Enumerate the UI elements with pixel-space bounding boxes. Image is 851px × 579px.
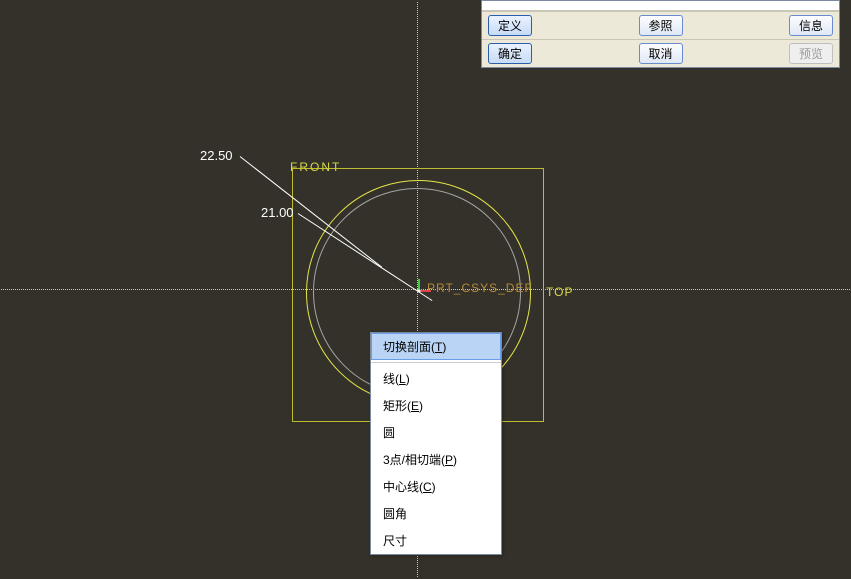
dialog-row-2: 确定 取消 预览: [482, 39, 839, 67]
menu-hotkey: C: [423, 480, 432, 494]
dialog-list-area: [482, 1, 839, 11]
menu-line[interactable]: 线(L): [371, 365, 501, 392]
menu-centerline[interactable]: 中心线(C): [371, 473, 501, 500]
feature-dialog: 定义 参照 信息 确定 取消 预览: [481, 0, 840, 68]
dimension-value-2[interactable]: 21.00: [261, 205, 294, 220]
menu-label: 线(: [383, 372, 399, 386]
menu-rectangle[interactable]: 矩形(E): [371, 392, 501, 419]
context-menu: 切换剖面(T) 线(L) 矩形(E) 圆 3点/相切端(P) 中心线(C) 圆角…: [370, 332, 502, 555]
define-button[interactable]: 定义: [488, 15, 532, 36]
origin-marker: [412, 284, 426, 298]
preview-button: 预览: [789, 43, 833, 64]
datum-label-top: TOP: [546, 285, 573, 299]
cancel-button[interactable]: 取消: [639, 43, 683, 64]
datum-label-front: FRONT: [290, 160, 341, 174]
menu-label: 圆: [383, 426, 395, 440]
menu-label: 圆角: [383, 507, 407, 521]
menu-toggle-section[interactable]: 切换剖面(T): [371, 333, 501, 360]
menu-label-tail: ): [406, 372, 410, 386]
menu-label: 切换剖面(: [383, 340, 435, 354]
menu-hotkey: P: [445, 453, 453, 467]
csys-label: PRT_CSYS_DEF: [427, 281, 533, 295]
menu-hotkey: L: [399, 372, 406, 386]
info-button[interactable]: 信息: [789, 15, 833, 36]
menu-circle[interactable]: 圆: [371, 419, 501, 446]
menu-label-tail: ): [442, 340, 446, 354]
menu-label-tail: ): [419, 399, 423, 413]
menu-label: 矩形(: [383, 399, 411, 413]
menu-three-point[interactable]: 3点/相切端(P): [371, 446, 501, 473]
menu-label: 尺寸: [383, 534, 407, 548]
menu-fillet[interactable]: 圆角: [371, 500, 501, 527]
menu-label-tail: ): [432, 480, 436, 494]
reference-button[interactable]: 参照: [639, 15, 683, 36]
menu-hotkey: E: [411, 399, 419, 413]
menu-label: 中心线(: [383, 480, 423, 494]
menu-separator: [371, 362, 501, 363]
menu-dimension[interactable]: 尺寸: [371, 527, 501, 554]
menu-label-tail: ): [453, 453, 457, 467]
dialog-row-1: 定义 参照 信息: [482, 11, 839, 39]
origin-x-axis: [419, 290, 431, 292]
menu-label: 3点/相切端(: [383, 453, 445, 467]
ok-button[interactable]: 确定: [488, 43, 532, 64]
dimension-value-1[interactable]: 22.50: [200, 148, 233, 163]
origin-y-axis: [418, 279, 420, 291]
